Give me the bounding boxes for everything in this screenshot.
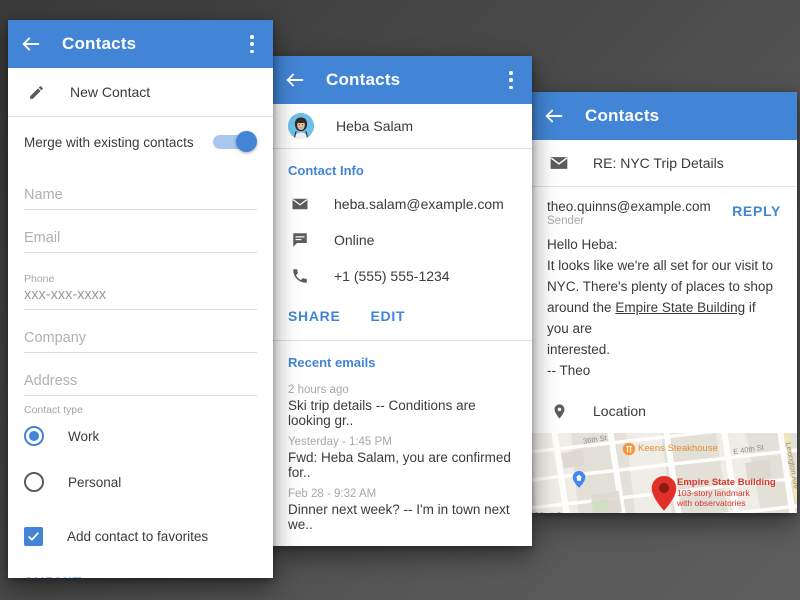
switch-thumb xyxy=(236,131,257,152)
arrow-back-icon[interactable] xyxy=(20,33,42,55)
contact-phone-row[interactable]: +1 (555) 555-1234 xyxy=(272,258,532,294)
list-item[interactable]: 2 hours ago Ski trip details -- Conditio… xyxy=(272,378,532,430)
chat-icon xyxy=(288,228,312,252)
arrow-back-icon[interactable] xyxy=(284,69,306,91)
new-contact-label: New Contact xyxy=(70,84,151,100)
map-label-33rd-street: 33rd Street xyxy=(534,511,581,513)
map-poi-keens: Keens Steakhouse xyxy=(638,443,718,455)
overflow-menu-icon[interactable] xyxy=(243,34,261,54)
avatar xyxy=(288,113,314,139)
email-sender-block: theo.quinns@example.com Sender REPLY xyxy=(531,187,797,227)
contact-phone-value: +1 (555) 555-1234 xyxy=(334,268,450,284)
more-row: MORE xyxy=(272,534,532,546)
contact-info-card: Contacts Heba Salam Contact Info heba.sa… xyxy=(272,56,532,546)
contact-info-appbar: Contacts xyxy=(272,56,532,104)
company-field[interactable]: Company xyxy=(24,310,257,353)
contact-info-section-title: Contact Info xyxy=(288,163,364,178)
list-item[interactable]: Feb 28 - 9:32 AM Dinner next week? -- I'… xyxy=(272,482,532,534)
page-title: Contacts xyxy=(585,106,660,125)
email-time: Yesterday - 1:45 PM xyxy=(288,436,392,448)
map-marker-sub-line2: with observatories xyxy=(677,498,746,509)
checkbox-checked-icon[interactable] xyxy=(24,526,43,546)
email-icon xyxy=(288,192,312,216)
contact-chat-row[interactable]: Online xyxy=(272,222,532,258)
phone-input[interactable]: xxx-xxx-xxxx xyxy=(24,287,257,310)
page-title: Contacts xyxy=(326,70,401,89)
sender-role: Sender xyxy=(547,215,585,227)
email-body-line2: NYC. There's plenty of places to shop xyxy=(547,278,773,294)
pencil-icon xyxy=(24,80,48,104)
contact-email-value: heba.salam@example.com xyxy=(334,196,504,212)
share-button[interactable]: SHARE xyxy=(288,308,341,324)
radio-work-label: Work xyxy=(68,428,100,444)
email-body-greeting: Hello Heba: xyxy=(547,237,618,252)
phone-field[interactable]: Phone xxx-xxx-xxxx xyxy=(24,253,257,310)
location-label: Location xyxy=(593,403,646,420)
email-field[interactable]: Email xyxy=(24,210,257,253)
email-subject-text: RE: NYC Trip Details xyxy=(593,155,724,171)
email-body-signature: -- Theo xyxy=(547,362,591,378)
email-body-line3: around the Empire State Building if you … xyxy=(547,298,781,340)
contact-actions-row: SHARE EDIT xyxy=(272,294,532,340)
location-map[interactable]: Keens Steakhouse Empire State Building 1… xyxy=(531,433,797,513)
page-title: Contacts xyxy=(62,34,137,53)
favorites-checkbox-row[interactable]: Add contact to favorites xyxy=(8,516,273,556)
radio-personal[interactable]: Personal xyxy=(8,462,273,502)
email-subject: Fwd: Heba Salam, you are confirmed for.. xyxy=(288,450,511,480)
new-contact-appbar: Contacts xyxy=(8,20,273,68)
submit-button[interactable]: SUBMIT xyxy=(24,574,82,578)
email-detail-card: Contacts RE: NYC Trip Details theo.quinn… xyxy=(531,92,797,513)
company-input[interactable]: Company xyxy=(24,330,257,353)
recent-emails-title: Recent emails xyxy=(288,355,376,370)
email-appbar: Contacts xyxy=(531,92,797,140)
email-input[interactable]: Email xyxy=(24,230,257,253)
edit-button[interactable]: EDIT xyxy=(371,308,406,324)
contact-email-row[interactable]: heba.salam@example.com xyxy=(272,186,532,222)
map-marker-sub-line1: 103-story landmark xyxy=(677,488,750,499)
contact-fields: Name Email Phone xxx-xxx-xxxx Company Ad… xyxy=(8,167,273,396)
email-body: Hello Heba: It looks like we're all set … xyxy=(531,227,797,381)
email-subject-row[interactable]: RE: NYC Trip Details xyxy=(531,140,797,186)
contact-chat-value: Online xyxy=(334,232,375,248)
email-time: Feb 28 - 9:32 AM xyxy=(288,488,377,500)
empire-state-building-link[interactable]: Empire State Building xyxy=(615,300,745,315)
email-subject: Ski trip details -- Conditions are looki… xyxy=(288,398,476,428)
sender-col: theo.quinns@example.com Sender xyxy=(547,199,732,227)
sender-email: theo.quinns@example.com xyxy=(547,199,711,214)
contact-person-row[interactable]: Heba Salam xyxy=(272,104,532,148)
radio-work[interactable]: Work xyxy=(8,416,273,456)
location-row[interactable]: Location xyxy=(531,389,797,433)
address-field[interactable]: Address xyxy=(24,353,257,396)
email-body-line3-before: around the xyxy=(547,299,616,315)
place-pin-icon xyxy=(547,399,571,423)
email-icon xyxy=(547,151,571,175)
reply-button[interactable]: REPLY xyxy=(732,203,781,219)
favorites-checkbox-label: Add contact to favorites xyxy=(67,528,209,544)
merge-toggle-row[interactable]: Merge with existing contacts xyxy=(8,117,273,167)
map-marker-title: Empire State Building xyxy=(677,477,776,489)
phone-icon xyxy=(288,264,312,288)
list-item[interactable]: Yesterday - 1:45 PM Fwd: Heba Salam, you… xyxy=(272,430,532,482)
radio-personal-label: Personal xyxy=(68,474,122,490)
phone-field-label: Phone xyxy=(24,273,55,285)
email-body-line1: It looks like we're all set for our visi… xyxy=(547,257,774,273)
new-contact-card: Contacts New Contact Merge with existing… xyxy=(8,20,273,578)
name-field[interactable]: Name xyxy=(24,167,257,210)
email-subject: Dinner next week? -- I'm in town next we… xyxy=(288,502,510,532)
new-contact-header-row[interactable]: New Contact xyxy=(8,68,273,116)
arrow-back-icon[interactable] xyxy=(543,105,565,127)
email-time: 2 hours ago xyxy=(288,384,349,396)
merge-toggle-switch[interactable] xyxy=(213,131,257,153)
contact-type-label: Contact type xyxy=(24,404,83,416)
address-input[interactable]: Address xyxy=(24,373,257,396)
email-body-line4: interested. xyxy=(547,341,611,357)
overflow-menu-icon[interactable] xyxy=(502,70,520,90)
merge-toggle-label: Merge with existing contacts xyxy=(24,134,194,150)
contact-person-name: Heba Salam xyxy=(336,118,414,134)
submit-row: SUBMIT xyxy=(8,556,273,578)
radio-work-icon[interactable] xyxy=(24,426,44,446)
name-input[interactable]: Name xyxy=(24,187,257,210)
radio-personal-icon[interactable] xyxy=(24,472,44,492)
